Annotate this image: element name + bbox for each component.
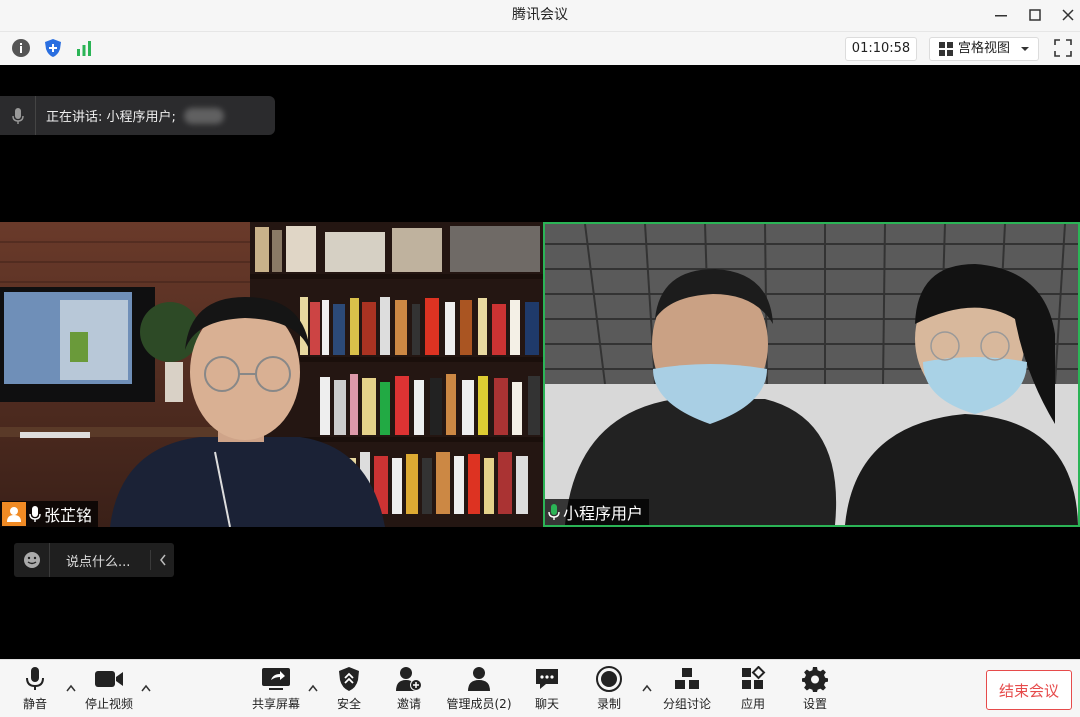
chevron-down-icon [1021,47,1030,51]
settings-label: 设置 [802,697,827,711]
speaker-mic [0,96,36,135]
record-button[interactable]: 录制 [576,665,642,715]
gear-icon [802,667,828,692]
view-mode-label: 宫格视图 [958,41,1011,56]
meeting-info-bar: 01:10:58 宫格视图 [0,31,1080,65]
view-mode-dropdown[interactable]: 宫格视图 [929,37,1039,61]
record-icon [596,666,622,692]
video-feed-2 [545,224,1078,525]
breakout-rooms-label: 分组讨论 [662,697,711,711]
fullscreen-button[interactable] [1053,38,1073,58]
video-feed-1 [0,222,543,527]
fullscreen-icon [1054,39,1072,57]
maximize-icon [1029,9,1041,21]
apps-label: 应用 [740,697,765,711]
participant-name: 小程序用户 [563,504,644,523]
mute-button[interactable]: 静音 [2,665,68,715]
maximize-button[interactable] [1023,4,1047,26]
add-user-icon [396,667,422,691]
chat-label: 聊天 [534,697,559,711]
share-screen-label: 共享屏幕 [251,697,300,711]
video-camera-icon [95,671,123,687]
redacted-name-blur [184,108,224,124]
chevron-up-icon [642,684,652,692]
grid-view-icon [939,42,953,56]
user-icon [7,507,21,522]
chat-bubble-icon [536,669,558,689]
stop-video-label: 停止视频 [84,697,133,711]
participant-nametag-1: 张芷铭 [0,501,99,527]
avatar-badge [2,502,26,526]
collapse-chat-button[interactable] [150,550,174,570]
apps-button[interactable]: 应用 [720,665,786,715]
share-screen-icon [262,668,290,690]
window-title: 腾讯会议 [512,7,568,23]
emoji-icon [23,552,40,568]
video-tile-participant-1[interactable]: 张芷铭 [0,222,543,527]
active-speaker-indicator: 正在讲话: 小程序用户; [0,96,275,135]
chevron-up-icon [141,684,151,692]
invite-label: 邀请 [396,697,421,711]
breakout-rooms-button[interactable]: 分组讨论 [654,665,720,715]
stop-video-button[interactable]: 停止视频 [76,665,142,715]
video-options-caret[interactable] [139,682,153,694]
chevron-up-icon [66,684,76,692]
security-label: 安全 [336,697,361,711]
share-screen-button[interactable]: 共享屏幕 [243,665,309,715]
manage-members-label: 管理成员(2) [446,697,512,711]
meeting-info-button[interactable] [10,37,32,59]
apps-icon [742,666,766,689]
record-options-caret[interactable] [640,682,654,694]
speaking-text: 正在讲话: 小程序用户; [46,110,176,125]
chat-input[interactable]: 说点什么... [50,551,150,570]
chevron-left-icon [159,554,166,566]
quick-chat-box[interactable]: 说点什么... [14,543,174,577]
mute-label: 静音 [22,697,47,711]
participant-nametag-2: 小程序用户 [545,499,650,525]
microphone-active-icon [548,504,560,520]
close-icon [1062,9,1074,21]
minimize-icon [995,15,1007,17]
manage-members-button[interactable]: 管理成员(2) [445,665,513,715]
emoji-button[interactable] [14,543,50,577]
signal-bars-icon [77,41,91,56]
record-label: 录制 [596,697,621,711]
microphone-icon [29,506,41,522]
chat-button[interactable]: 聊天 [514,665,580,715]
shield-icon [339,667,359,691]
security-button[interactable]: 安全 [316,665,382,715]
invite-button[interactable]: 邀请 [376,665,442,715]
info-icon [12,39,30,57]
security-status-button[interactable] [42,37,64,59]
network-status-button[interactable] [73,37,95,59]
close-button[interactable] [1056,4,1080,26]
minimize-button[interactable] [989,4,1013,26]
members-icon [468,667,490,691]
breakout-rooms-icon [675,668,699,689]
meeting-timer: 01:10:58 [845,37,917,61]
microphone-icon [11,107,24,124]
end-meeting-button[interactable]: 结束会议 [986,670,1072,710]
video-tile-participant-2[interactable]: 小程序用户 [543,222,1080,527]
shield-icon [45,39,61,57]
settings-button[interactable]: 设置 [782,665,848,715]
participant-name: 张芷铭 [44,506,93,525]
microphone-icon [26,667,44,690]
title-bar: 腾讯会议 [0,0,1080,31]
bottom-toolbar: 静音 停止视频 共享屏幕 安全 邀请 管理成员(2) 聊天 录制 分组讨论 应用… [0,659,1080,717]
